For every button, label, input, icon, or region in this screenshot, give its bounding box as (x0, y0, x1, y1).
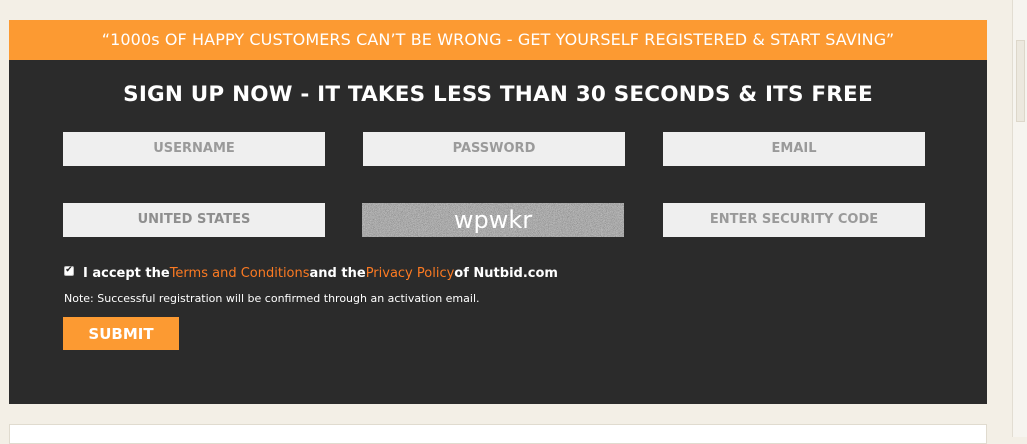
accept-suffix-text: of Nutbid.com (454, 266, 558, 281)
password-input[interactable] (363, 132, 625, 166)
page-scrollbar[interactable] (1012, 0, 1027, 437)
promo-banner: “1000s OF HAPPY CUSTOMERS CAN’T BE WRONG… (9, 20, 987, 60)
captcha-image: wpwkr (362, 203, 624, 237)
submit-button[interactable]: SUBMIT (63, 317, 179, 350)
signup-title: SIGN UP NOW - IT TAKES LESS THAN 30 SECO… (123, 82, 873, 107)
accept-middle-text: and the (309, 266, 366, 281)
username-input[interactable] (63, 132, 325, 166)
privacy-policy-link[interactable]: Privacy Policy (366, 266, 455, 281)
email-input[interactable] (663, 132, 925, 166)
terms-and-conditions-link[interactable]: Terms and Conditions (170, 266, 310, 281)
terms-accept-row: ✔ I accept the Terms and Conditions and … (64, 265, 558, 281)
country-select[interactable]: UNITED STATES (63, 203, 325, 237)
scrollbar-thumb[interactable] (1016, 40, 1025, 122)
activation-note: Note: Successful registration will be co… (64, 292, 480, 305)
next-content-card (9, 424, 987, 444)
accept-prefix-text: I accept the (83, 266, 170, 281)
country-select-value: UNITED STATES (137, 212, 251, 227)
clipped-top-text-fragment (780, 0, 980, 3)
security-code-input[interactable] (663, 203, 925, 237)
checkmark-icon: ✔ (65, 265, 73, 275)
captcha-text: wpwkr (453, 206, 533, 234)
accept-terms-checkbox[interactable]: ✔ (64, 265, 74, 276)
signup-panel: “1000s OF HAPPY CUSTOMERS CAN’T BE WRONG… (9, 20, 987, 404)
